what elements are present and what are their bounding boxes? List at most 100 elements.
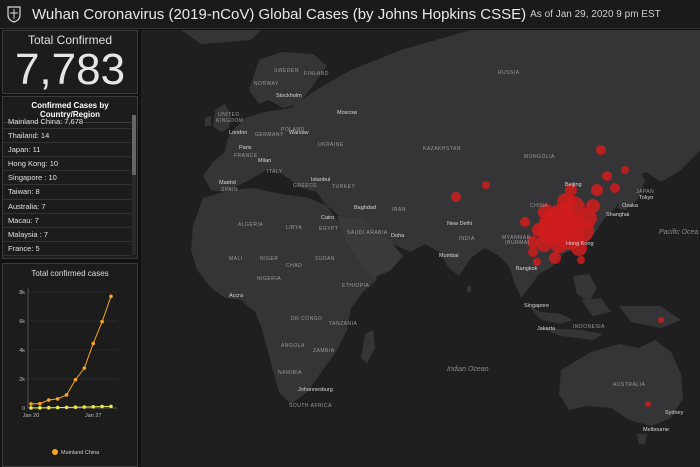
country-row[interactable]: Singapore : 10 (3, 171, 131, 186)
map-landmass (181, 30, 700, 444)
country-label: ITALY (267, 169, 283, 175)
country-list-scrollbar[interactable] (132, 115, 136, 255)
data-point[interactable] (100, 319, 104, 324)
country-label: UKRAINE (318, 142, 344, 148)
city-label: Doha (391, 233, 405, 239)
outbreak-marker[interactable] (549, 252, 561, 264)
outbreak-marker[interactable] (577, 256, 585, 264)
city-label: Bangkok (516, 266, 538, 272)
country-row[interactable]: France: 5 (3, 242, 131, 256)
outbreak-marker[interactable] (591, 184, 603, 196)
country-row[interactable]: Australia: 7 (3, 200, 131, 214)
city-label: Moscow (337, 110, 358, 116)
country-label: GREECE (293, 183, 318, 189)
outbreak-marker[interactable] (536, 236, 552, 252)
data-point[interactable] (91, 341, 96, 346)
total-confirmed-value: 7,783 (14, 45, 126, 94)
data-point[interactable] (109, 294, 113, 299)
country-label: RUSSIA (498, 70, 520, 76)
city-label: Warsaw (289, 130, 309, 136)
country-label: MONGOLIA (524, 154, 555, 160)
ocean-label: Indian Ocean (447, 366, 489, 373)
cases-line-chart: 02k4k6k8kJan 20Jan 27Mainland ChinaOther… (19, 288, 117, 456)
outbreak-marker[interactable] (520, 217, 530, 227)
country-label: DR CONGO (291, 316, 323, 322)
outbreak-marker[interactable] (451, 192, 461, 202)
country-row[interactable]: Japan: 11 (3, 143, 131, 158)
data-point[interactable] (64, 405, 69, 410)
y-tick-label: 2k (19, 377, 25, 383)
data-point[interactable] (55, 397, 60, 401)
outbreak-marker[interactable] (533, 258, 541, 266)
legend-label: Mainland China (61, 450, 100, 456)
country-row[interactable]: Macau: 7 (3, 214, 131, 228)
city-label: Paris (239, 145, 252, 151)
country-label: TANZANIA (329, 321, 358, 327)
country-label: (BURMA) (505, 240, 530, 246)
city-label: New Delhi (447, 221, 473, 227)
data-point[interactable] (29, 406, 33, 410)
data-point[interactable] (73, 405, 78, 410)
data-point[interactable] (29, 402, 33, 406)
header-bar: Wuhan Coronavirus (2019-nCoV) Global Cas… (0, 0, 700, 29)
outbreak-marker[interactable] (621, 166, 629, 174)
country-label: FRANCE (234, 153, 258, 159)
outbreak-marker[interactable] (528, 247, 538, 257)
country-label: EGYPT (319, 226, 339, 232)
data-point[interactable] (100, 404, 104, 409)
country-row[interactable]: Hong Kong: 10 (3, 157, 131, 172)
country-row[interactable]: Malaysia : 7 (3, 228, 131, 242)
city-label: Milan (258, 158, 272, 164)
country-cases-list[interactable]: Mainland China: 7,678 Thailand: 14 Japan: … (3, 115, 131, 257)
country-cases-panel: Confirmed Cases by Country/Region Mainla… (2, 96, 138, 259)
country-label: KAZAKHSTAN (423, 146, 461, 152)
country-label: CHINA (530, 203, 549, 209)
data-point[interactable] (91, 405, 96, 409)
data-point[interactable] (55, 405, 60, 410)
as-of-timestamp: As of Jan 29, 2020 9 pm EST (530, 8, 661, 20)
dashboard-title: Wuhan Coronavirus (2019-nCoV) Global Cas… (32, 5, 527, 23)
data-point[interactable] (38, 406, 42, 410)
scrollbar-thumb[interactable] (132, 115, 136, 175)
city-label: Jakarta (537, 326, 556, 332)
country-label: IRAN (392, 207, 406, 213)
data-point[interactable] (46, 405, 51, 410)
country-label: SPAIN (221, 187, 239, 193)
country-label: SAUDI ARABIA (347, 230, 388, 236)
outbreak-marker[interactable] (658, 317, 664, 323)
country-label: SWEDEN (274, 68, 299, 74)
city-label: Singapore (524, 303, 550, 309)
country-label: ALGERIA (238, 222, 264, 228)
chart-title: Total confirmed cases (31, 269, 109, 278)
country-label: TURKEY (332, 184, 356, 190)
data-point[interactable] (38, 401, 42, 406)
country-label: GERMANY (255, 132, 284, 138)
outbreak-marker[interactable] (610, 183, 620, 193)
data-point[interactable] (109, 404, 113, 409)
outbreak-marker[interactable] (645, 401, 651, 407)
data-point[interactable] (64, 393, 69, 397)
outbreak-marker[interactable] (602, 171, 612, 181)
outbreak-marker[interactable] (482, 181, 490, 189)
country-label: LIBYA (286, 225, 303, 231)
data-point[interactable] (82, 366, 87, 370)
city-label: Accra (229, 293, 244, 299)
country-row[interactable]: Taiwan: 8 (3, 185, 131, 200)
data-point[interactable] (46, 398, 51, 402)
outbreak-marker[interactable] (586, 199, 600, 213)
data-point[interactable] (73, 377, 78, 382)
city-label: Stockholm (276, 93, 302, 99)
total-confirmed-panel: Total Confirmed 7,783 (2, 30, 138, 94)
country-row[interactable]: Thailand: 14 (3, 129, 131, 144)
data-point[interactable] (82, 405, 87, 409)
outbreak-marker[interactable] (596, 145, 606, 155)
country-row[interactable]: Mainland China: 7,678 (3, 115, 131, 130)
x-tick-label: Jan 20 (23, 413, 40, 419)
city-label: Shanghai (606, 212, 630, 218)
city-label: Cairo (321, 215, 335, 221)
country-label: FINLAND (304, 71, 329, 77)
y-tick-label: 8k (19, 290, 25, 296)
country-label: KINGDOM (216, 118, 244, 124)
world-map[interactable]: SWEDEN FINLAND NORWAY RUSSIA UNITED KINGDOM GE… (141, 30, 700, 467)
country-label: ZAMBIA (313, 348, 335, 354)
